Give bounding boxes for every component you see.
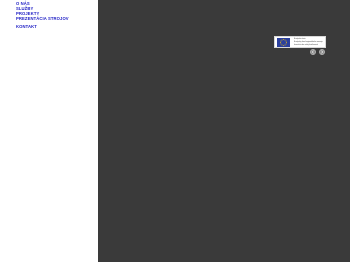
nav-item-prezentacia-strojov[interactable]: PREZENTÁCIA STROJOV: [16, 16, 69, 21]
slideshow-next-button[interactable]: [319, 49, 325, 55]
main-nav: O NÁS SLUŽBY PROJEKTY PREZENTÁCIA STROJO…: [16, 1, 69, 29]
eu-banner-line2: Európsky fond regionálneho rozvoja: [294, 41, 323, 43]
eu-banner-text: Európska únia Európsky fond regionálneho…: [294, 38, 323, 46]
eu-banner-line3: Investícia do vašej budúcnosti: [294, 44, 318, 46]
eu-banner-line1: Európska únia: [294, 38, 306, 40]
slideshow-stage: Európska únia Európsky fond regionálneho…: [98, 0, 350, 262]
eu-funding-banner[interactable]: Európska únia Európsky fond regionálneho…: [274, 36, 326, 48]
chevron-right-icon: [321, 50, 324, 54]
eu-flag-icon: [277, 37, 290, 47]
slideshow-prev-button[interactable]: [310, 49, 316, 55]
chevron-left-icon: [311, 50, 314, 54]
nav-item-kontakt[interactable]: KONTAKT: [16, 24, 69, 29]
